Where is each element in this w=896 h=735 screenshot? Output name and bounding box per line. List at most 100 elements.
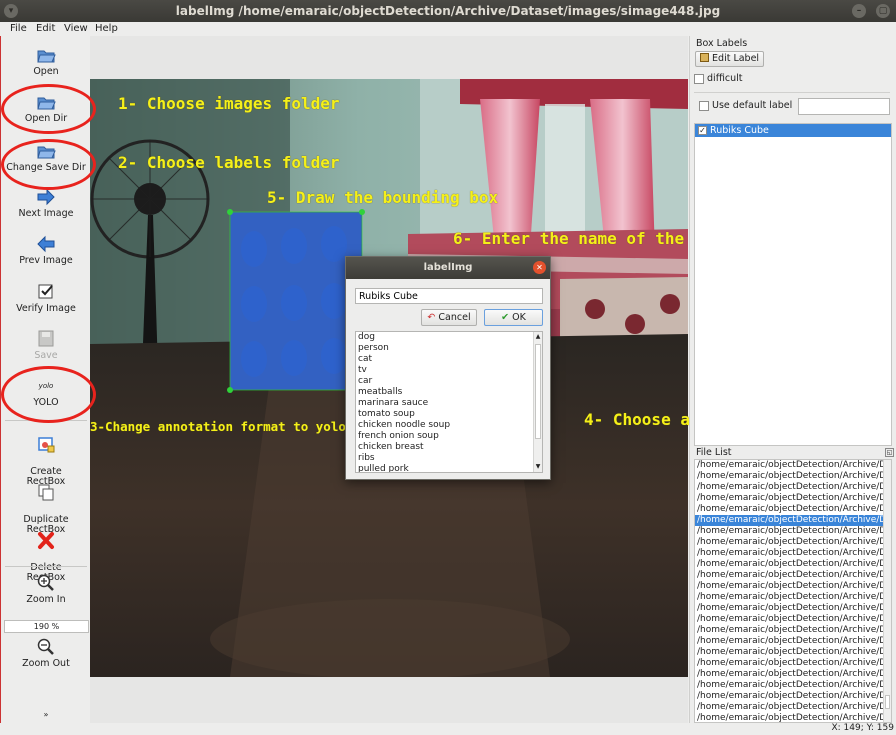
label-history-item[interactable]: tv — [356, 365, 542, 376]
float-dock-icon[interactable]: ◱ — [885, 448, 894, 457]
zoom-out-button[interactable]: Zoom Out — [1, 638, 91, 669]
checkbox-icon — [38, 284, 53, 299]
file-list-item[interactable]: /home/emaraic/objectDetection/Archive/Da — [695, 482, 891, 493]
file-list-item[interactable]: /home/emaraic/objectDetection/Archive/Da — [695, 515, 891, 526]
ok-label: OK — [512, 312, 526, 323]
zoom-in-button[interactable]: Zoom In — [1, 574, 91, 605]
file-list-item[interactable]: /home/emaraic/objectDetection/Archive/Da — [695, 460, 891, 471]
file-list-item[interactable]: /home/emaraic/objectDetection/Archive/Da — [695, 614, 891, 625]
file-list-item[interactable]: /home/emaraic/objectDetection/Archive/Da — [695, 471, 891, 482]
file-list-item[interactable]: /home/emaraic/objectDetection/Archive/Da — [695, 537, 891, 548]
maximize-icon[interactable]: ▢ — [876, 4, 890, 18]
window-menu-icon[interactable]: ▾ — [4, 4, 18, 18]
edit-label-button[interactable]: Edit Label — [695, 51, 764, 67]
zoom-out-label: Zoom Out — [22, 658, 70, 669]
box-labels-list[interactable]: ✓ Rubiks Cube — [694, 123, 892, 446]
label-history-item[interactable]: ribs — [356, 453, 542, 464]
label-history-item[interactable]: chicken breast — [356, 442, 542, 453]
scroll-down-icon[interactable]: ▼ — [534, 462, 542, 472]
difficult-checkbox-row[interactable]: difficult — [694, 73, 743, 84]
arrow-right-icon — [37, 188, 55, 206]
file-list-item[interactable]: /home/emaraic/objectDetection/Archive/Da — [695, 603, 891, 614]
next-image-button[interactable]: Next Image — [1, 188, 91, 219]
file-list-item[interactable]: /home/emaraic/objectDetection/Archive/Da — [695, 559, 891, 570]
label-history-item[interactable]: dog — [356, 332, 542, 343]
verify-image-button[interactable]: Verify Image — [1, 283, 91, 314]
file-list-item[interactable]: /home/emaraic/objectDetection/Archive/Da — [695, 647, 891, 658]
label-history-item[interactable]: pulled pork — [356, 464, 542, 472]
file-list-item[interactable]: /home/emaraic/objectDetection/Archive/Da — [695, 680, 891, 691]
toolbar-extension-button[interactable]: » — [1, 710, 91, 720]
zoom-in-label: Zoom In — [26, 594, 66, 605]
instruction-step1: 1- Choose images folder — [118, 94, 340, 113]
label-history-item[interactable]: meatballs — [356, 387, 542, 398]
label-history-item[interactable]: french onion soup — [356, 431, 542, 442]
menu-file[interactable]: File — [10, 23, 27, 34]
panel-divider — [694, 92, 890, 93]
menu-edit[interactable]: Edit — [36, 23, 55, 34]
prev-image-label: Prev Image — [19, 255, 73, 266]
dialog-title-bar: labelImg ✕ — [346, 257, 550, 279]
file-list-item[interactable]: /home/emaraic/objectDetection/Archive/Da — [695, 493, 891, 504]
scroll-thumb[interactable] — [535, 344, 541, 439]
menu-help[interactable]: Help — [95, 23, 118, 34]
zoom-out-icon — [37, 638, 54, 655]
use-default-checkbox[interactable] — [699, 100, 709, 111]
difficult-label: difficult — [707, 73, 743, 84]
save-label: Save — [34, 350, 58, 361]
file-list-item[interactable]: /home/emaraic/objectDetection/Archive/Da — [695, 625, 891, 636]
file-list-items: /home/emaraic/objectDetection/Archive/Da… — [695, 460, 891, 722]
label-history-item[interactable]: tomato soup — [356, 409, 542, 420]
label-history-item[interactable]: chicken noodle soup — [356, 420, 542, 431]
cancel-label: Cancel — [438, 312, 471, 323]
menu-view[interactable]: View — [64, 23, 88, 34]
checkmark-icon: ✔ — [501, 312, 510, 323]
file-scroll-thumb[interactable] — [885, 695, 890, 709]
file-list-item[interactable]: /home/emaraic/objectDetection/Archive/Da — [695, 713, 891, 722]
copy-icon — [38, 484, 54, 501]
file-list-item[interactable]: /home/emaraic/objectDetection/Archive/Da — [695, 636, 891, 647]
zoom-value-field[interactable]: 190 % — [4, 620, 89, 633]
save-button[interactable]: Save — [1, 330, 91, 361]
label-history-item[interactable]: person — [356, 343, 542, 354]
file-list-item[interactable]: /home/emaraic/objectDetection/Archive/Da — [695, 548, 891, 559]
highlight-ring-open-dir — [1, 84, 96, 134]
label-history-item[interactable]: marinara sauce — [356, 398, 542, 409]
ok-button[interactable]: ✔ OK — [484, 309, 543, 326]
file-list-header: File List — [696, 447, 732, 458]
labelimg-window: ▾ labelImg /home/emaraic/objectDetection… — [0, 0, 896, 735]
highlight-ring-change-save-dir — [1, 139, 96, 190]
file-list-item[interactable]: /home/emaraic/objectDetection/Archive/Da — [695, 691, 891, 702]
close-icon[interactable]: ✕ — [533, 261, 546, 274]
file-list-scrollbar[interactable] — [883, 460, 891, 722]
label-history-item[interactable]: cat — [356, 354, 542, 365]
file-list-item[interactable]: /home/emaraic/objectDetection/Archive/Da — [695, 526, 891, 537]
difficult-checkbox[interactable] — [694, 73, 704, 84]
file-list[interactable]: /home/emaraic/objectDetection/Archive/Da… — [694, 459, 892, 723]
open-label: Open — [33, 66, 59, 77]
floppy-disk-icon — [38, 330, 54, 347]
use-default-label-row[interactable]: Use default label — [699, 100, 792, 111]
list-scrollbar[interactable]: ▲ ▼ — [533, 332, 542, 472]
scroll-up-icon[interactable]: ▲ — [534, 332, 542, 342]
file-list-item[interactable]: /home/emaraic/objectDetection/Archive/Da — [695, 669, 891, 680]
file-list-item[interactable]: /home/emaraic/objectDetection/Archive/Da — [695, 581, 891, 592]
label-history-list[interactable]: dog person cat tv car meatballs marinara sauce… — [355, 331, 543, 473]
box-label-item[interactable]: ✓ Rubiks Cube — [695, 124, 891, 137]
file-list-item[interactable]: /home/emaraic/objectDetection/Archive/Da — [695, 592, 891, 603]
box-label-checkbox[interactable]: ✓ — [698, 126, 707, 135]
file-list-item[interactable]: /home/emaraic/objectDetection/Archive/Da — [695, 702, 891, 713]
file-list-item[interactable]: /home/emaraic/objectDetection/Archive/Da — [695, 658, 891, 669]
next-image-label: Next Image — [18, 208, 74, 219]
file-list-item[interactable]: /home/emaraic/objectDetection/Archive/Da — [695, 570, 891, 581]
label-input[interactable] — [355, 288, 543, 304]
label-history-item[interactable]: car — [356, 376, 542, 387]
bounding-box[interactable] — [229, 211, 363, 391]
minimize-icon[interactable]: – — [852, 4, 866, 18]
dialog-title: labelImg — [423, 262, 473, 273]
cancel-button[interactable]: ↶ Cancel — [421, 309, 477, 326]
default-label-input[interactable] — [798, 98, 890, 115]
prev-image-button[interactable]: Prev Image — [1, 235, 91, 266]
open-button[interactable]: Open — [1, 46, 91, 77]
file-list-item[interactable]: /home/emaraic/objectDetection/Archive/Da — [695, 504, 891, 515]
